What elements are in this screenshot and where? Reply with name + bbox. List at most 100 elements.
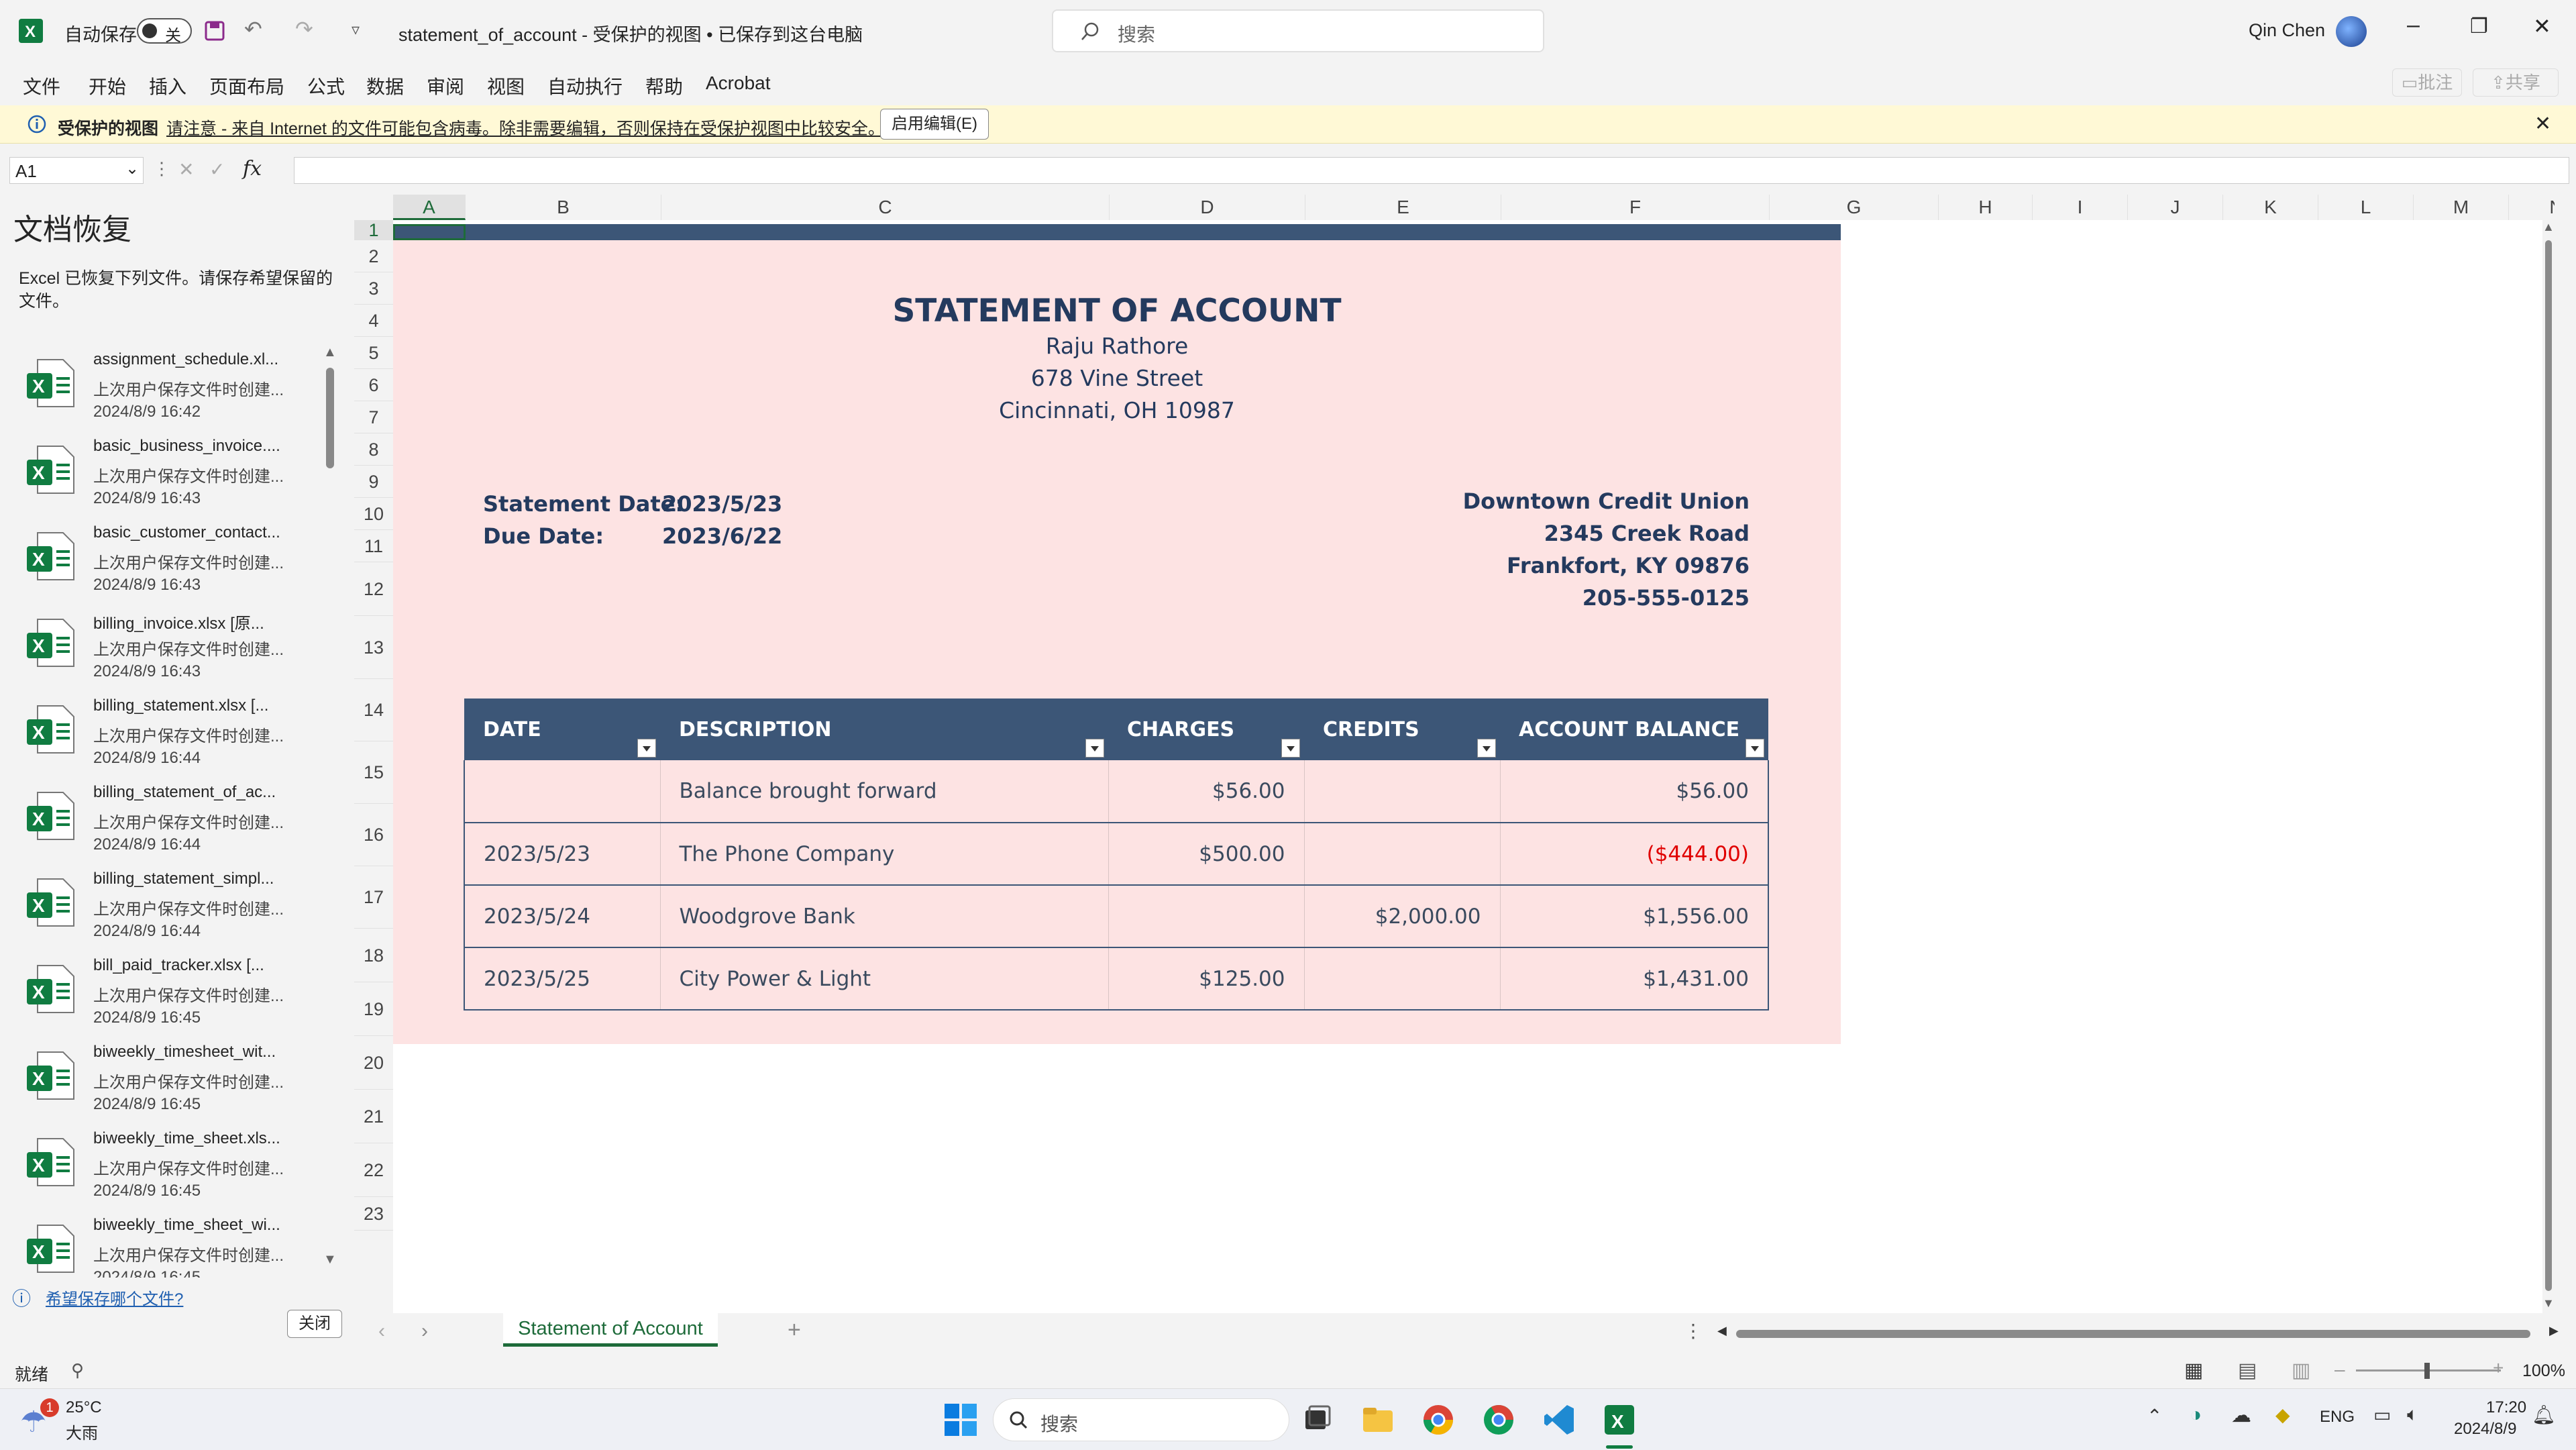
title-search-box[interactable]: 搜索: [1052, 9, 1544, 52]
scroll-down-icon[interactable]: ▼: [2542, 1296, 2555, 1310]
clock-date[interactable]: 2024/8/9: [2454, 1420, 2516, 1439]
next-sheet-icon[interactable]: ›: [421, 1320, 428, 1343]
column-header[interactable]: L: [2318, 195, 2414, 220]
onedrive-icon[interactable]: ☁: [2231, 1404, 2251, 1427]
chrome-icon[interactable]: [1419, 1401, 1457, 1439]
scroll-left-icon[interactable]: ◀: [1717, 1324, 1727, 1338]
chrome-profile-icon[interactable]: [1480, 1401, 1517, 1439]
recovery-scrollbar[interactable]: ▲ ▼: [323, 345, 337, 1270]
save-icon[interactable]: [204, 20, 225, 42]
tray-app-icon[interactable]: ◆: [2275, 1404, 2290, 1426]
user-name[interactable]: Qin Chen: [2249, 20, 2325, 41]
confirm-entry-icon[interactable]: ✓: [209, 158, 225, 180]
minimize-icon[interactable]: –: [2407, 12, 2420, 38]
name-box-chevron-icon[interactable]: ⌄: [125, 159, 139, 178]
file-explorer-icon[interactable]: [1359, 1401, 1397, 1439]
zoom-in-icon[interactable]: +: [2493, 1357, 2504, 1379]
row-header[interactable]: 21: [354, 1090, 393, 1143]
recovery-close-button[interactable]: 关闭: [287, 1310, 342, 1338]
title-chevron-down-icon[interactable]: ⌄: [843, 21, 855, 39]
zoom-out-icon[interactable]: –: [2334, 1359, 2345, 1380]
sheet-tab-statement[interactable]: Statement of Account: [503, 1313, 718, 1347]
zoom-level[interactable]: 100%: [2522, 1361, 2565, 1381]
filter-dropdown-icon[interactable]: [1477, 739, 1496, 758]
zoom-slider[interactable]: [2356, 1363, 2501, 1379]
scroll-right-icon[interactable]: ▶: [2549, 1324, 2559, 1338]
row-header[interactable]: 22: [354, 1143, 393, 1197]
cell-description[interactable]: The Phone Company: [660, 823, 1109, 886]
row-header[interactable]: 7: [354, 401, 393, 433]
cell-charges[interactable]: $125.00: [1108, 947, 1305, 1011]
close-bar-icon[interactable]: ✕: [2534, 112, 2551, 136]
column-header[interactable]: I: [2033, 195, 2128, 220]
row-header[interactable]: 16: [354, 804, 393, 866]
horizontal-scrollbar[interactable]: ◀ ▶: [1717, 1324, 2564, 1339]
cell-balance[interactable]: $1,431.00: [1500, 947, 1769, 1011]
tab-view[interactable]: 视图: [487, 72, 525, 99]
name-box[interactable]: A1 ⌄: [9, 157, 144, 184]
filter-dropdown-icon[interactable]: [1085, 739, 1104, 758]
zoom-slider-thumb[interactable]: [2424, 1363, 2430, 1379]
formula-input[interactable]: [294, 157, 2569, 184]
row-header[interactable]: 11: [354, 530, 393, 562]
page-break-view-icon[interactable]: ▥: [2292, 1359, 2310, 1382]
horizontal-scroll-thumb[interactable]: [1736, 1330, 2530, 1338]
avatar[interactable]: [2336, 16, 2367, 47]
column-header[interactable]: D: [1110, 195, 1305, 220]
row-header[interactable]: 4: [354, 305, 393, 337]
column-header[interactable]: J: [2128, 195, 2223, 220]
cell-credits[interactable]: [1304, 947, 1501, 1011]
column-header[interactable]: F: [1501, 195, 1770, 220]
row-header[interactable]: 13: [354, 616, 393, 679]
undo-icon[interactable]: ↶: [244, 16, 262, 42]
row-header[interactable]: 23: [354, 1197, 393, 1231]
customize-toolbar-icon[interactable]: ▿: [352, 20, 360, 40]
tab-help[interactable]: 帮助: [645, 72, 683, 99]
page-layout-view-icon[interactable]: ▤: [2238, 1359, 2257, 1382]
scroll-thumb[interactable]: [326, 368, 334, 468]
scroll-down-icon[interactable]: ▼: [323, 1252, 337, 1267]
share-button[interactable]: ⇪共享: [2473, 68, 2559, 97]
vertical-scroll-thumb[interactable]: [2545, 240, 2552, 1291]
tab-formulas[interactable]: 公式: [307, 72, 345, 99]
excel-taskbar-icon[interactable]: X: [1601, 1401, 1638, 1439]
column-header[interactable]: A: [393, 195, 466, 220]
cell-description[interactable]: City Power & Light: [660, 947, 1109, 1011]
vscode-icon[interactable]: [1540, 1401, 1578, 1439]
cell-charges[interactable]: $500.00: [1108, 823, 1305, 886]
more-options-icon[interactable]: ⋮: [1684, 1320, 1703, 1342]
recovered-file-item[interactable]: Xassignment_schedule.xl... 上次用户保存文件时创建...…: [0, 338, 322, 424]
scroll-up-icon[interactable]: ▲: [323, 345, 337, 360]
column-header[interactable]: B: [466, 195, 661, 220]
column-header[interactable]: G: [1770, 195, 1939, 220]
column-header[interactable]: N: [2509, 195, 2555, 220]
recovered-file-item[interactable]: Xbiweekly_time_sheet_wi... 上次用户保存文件时创建...…: [0, 1204, 322, 1278]
add-sheet-icon[interactable]: +: [788, 1317, 801, 1343]
prev-sheet-icon[interactable]: ‹: [378, 1320, 385, 1343]
row-header[interactable]: 1: [354, 220, 393, 240]
volume-icon[interactable]: 🔈︎: [2407, 1404, 2418, 1426]
tab-automate[interactable]: 自动执行: [547, 72, 623, 99]
column-header[interactable]: C: [661, 195, 1110, 220]
recovered-file-item[interactable]: Xbasic_customer_contact... 上次用户保存文件时创建...…: [0, 511, 322, 597]
cell-balance[interactable]: ($444.00): [1500, 823, 1769, 886]
vertical-scrollbar[interactable]: ▲ ▼: [2542, 220, 2555, 1313]
close-window-icon[interactable]: ✕: [2533, 13, 2551, 39]
filter-dropdown-icon[interactable]: [1746, 739, 1764, 758]
tab-review[interactable]: 审阅: [427, 72, 464, 99]
row-header[interactable]: 14: [354, 679, 393, 741]
windows-start-icon[interactable]: [942, 1401, 979, 1439]
row-header[interactable]: 10: [354, 498, 393, 530]
scroll-up-icon[interactable]: ▲: [2542, 220, 2555, 234]
comments-button[interactable]: ▭批注: [2392, 68, 2462, 97]
row-header[interactable]: 9: [354, 466, 393, 498]
row-header[interactable]: 8: [354, 433, 393, 466]
tab-acrobat[interactable]: Acrobat: [706, 72, 771, 94]
tab-file[interactable]: 文件: [23, 72, 60, 99]
restore-icon[interactable]: ❐: [2470, 15, 2488, 38]
cell-description[interactable]: Woodgrove Bank: [660, 885, 1109, 948]
recovered-file-item[interactable]: Xbilling_statement_simpl... 上次用户保存文件时创建..…: [0, 858, 322, 943]
recovered-file-item[interactable]: Xbiweekly_time_sheet.xls... 上次用户保存文件时创建..…: [0, 1117, 322, 1203]
network-icon[interactable]: ▭: [2373, 1404, 2391, 1426]
recovered-file-item[interactable]: Xbilling_invoice.xlsx [原... 上次用户保存文件时创建..…: [0, 598, 322, 684]
